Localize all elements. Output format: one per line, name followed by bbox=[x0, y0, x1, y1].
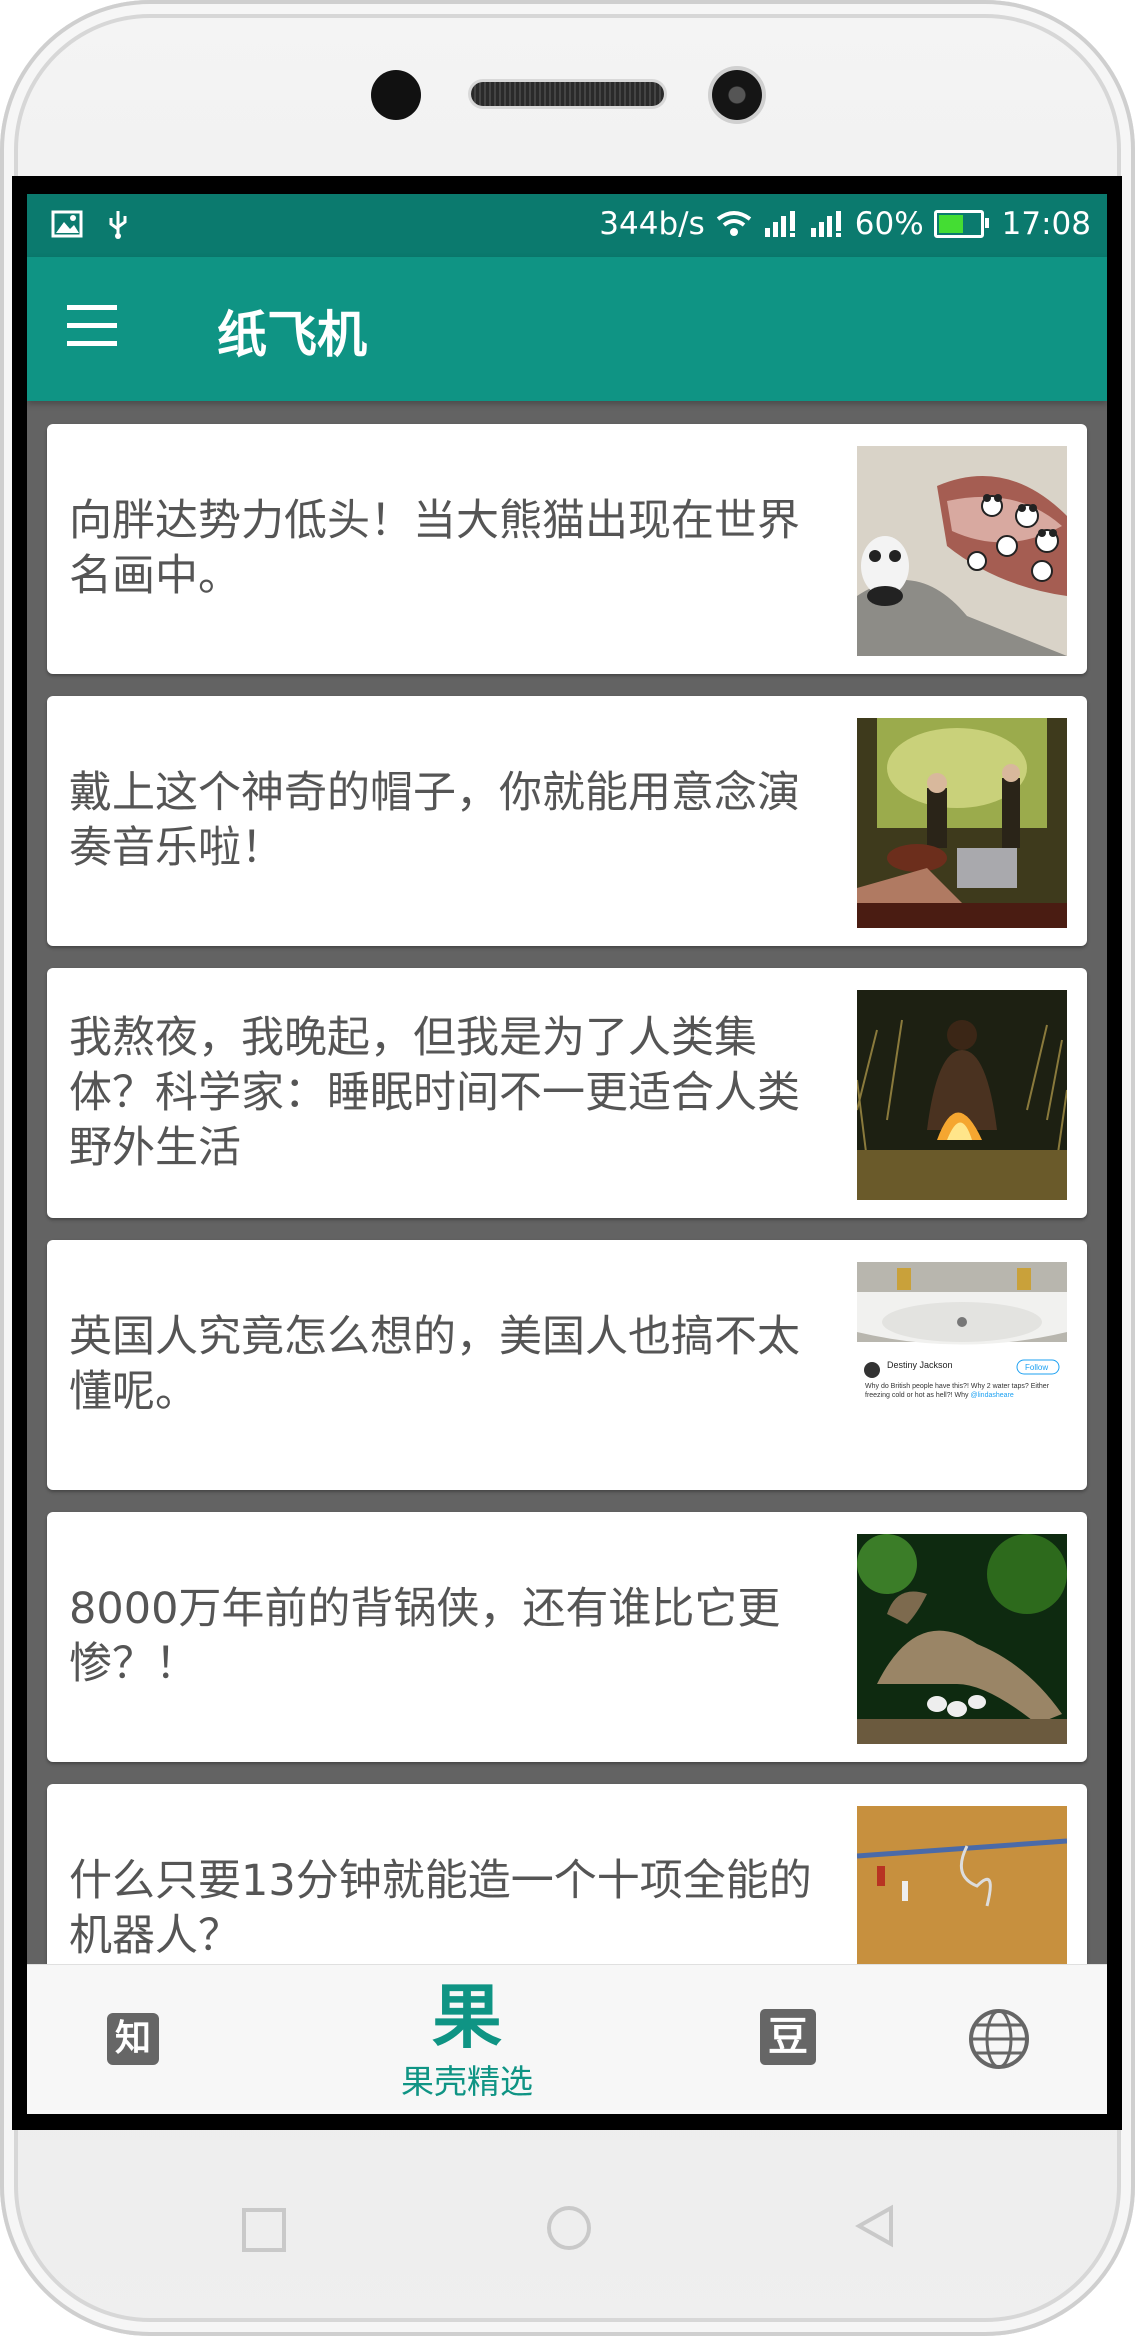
campfire-image bbox=[857, 990, 1067, 1200]
network-speed: 344b/s bbox=[599, 206, 705, 242]
douban-icon: 豆 bbox=[760, 2009, 816, 2065]
wifi-icon bbox=[716, 211, 751, 236]
home-icon[interactable] bbox=[547, 2206, 591, 2250]
screen: 344b/s 60% 17:08 纸飞机 向胖达势力低头！当大熊猫出现在世界名画… bbox=[27, 194, 1107, 2114]
band-concert-image bbox=[857, 718, 1067, 928]
tweet-follow: Follow bbox=[1025, 1363, 1048, 1372]
tab-douban[interactable]: 豆 bbox=[717, 1965, 857, 2114]
article-card[interactable]: 我熬夜，我晚起，但我是为了人类集体？科学家：睡眠时间不一更适合人类野外生活 bbox=[47, 968, 1087, 1218]
tweet-mention: @lindasheare bbox=[970, 1392, 1014, 1399]
signal-icon bbox=[810, 211, 841, 237]
front-camera bbox=[712, 70, 762, 120]
tweet-text: Why do British people have this?! Why 2 … bbox=[865, 1383, 1050, 1399]
article-card[interactable]: 英国人究竟怎么想的，美国人也搞不太懂呢。 Destiny Jackson Fol… bbox=[47, 1240, 1087, 1490]
tab-web[interactable] bbox=[927, 1965, 1067, 2114]
article-title: 英国人究竟怎么想的，美国人也搞不太懂呢。 bbox=[69, 1312, 800, 1417]
tweet-author: Destiny Jackson bbox=[887, 1360, 953, 1370]
article-card[interactable]: 向胖达势力低头！当大熊猫出现在世界名画中。 bbox=[47, 424, 1087, 674]
clock: 17:08 bbox=[1001, 206, 1091, 242]
article-feed[interactable]: 向胖达势力低头！当大熊猫出现在世界名画中。 戴上这个神奇的帽子，你就能用意念演奏… bbox=[47, 424, 1087, 2056]
phone-frame: 344b/s 60% 17:08 纸飞机 向胖达势力低头！当大熊猫出现在世界名画… bbox=[0, 0, 1135, 2336]
usb-icon bbox=[109, 211, 127, 239]
zhihu-icon: 知 bbox=[107, 2013, 159, 2065]
menu-icon[interactable] bbox=[67, 305, 119, 349]
page-title: 纸飞机 bbox=[217, 306, 367, 364]
panda-painting-image bbox=[857, 446, 1067, 656]
tab-zhihu[interactable]: 知 bbox=[27, 1965, 237, 2114]
article-title: 我熬夜，我晚起，但我是为了人类集体？科学家：睡眠时间不一更适合人类野外生活 bbox=[69, 1012, 800, 1173]
article-title: 戴上这个神奇的帽子，你就能用意念演奏音乐啦！ bbox=[69, 768, 800, 873]
article-title: 向胖达势力低头！当大熊猫出现在世界名画中。 bbox=[69, 496, 800, 601]
article-title: 8000万年前的背锅侠，还有谁比它更惨？！ bbox=[69, 1584, 781, 1689]
guokr-icon: 果 bbox=[432, 1976, 502, 2058]
dinosaur-image bbox=[857, 1534, 1067, 1744]
signal-icon bbox=[764, 211, 795, 237]
image-icon bbox=[51, 210, 83, 238]
back-icon[interactable] bbox=[855, 2204, 895, 2248]
sink-tweet-image: Destiny Jackson Follow Why do British pe… bbox=[857, 1262, 1067, 1472]
article-card[interactable]: 8000万年前的背锅侠，还有谁比它更惨？！ bbox=[47, 1512, 1087, 1762]
article-card[interactable]: 戴上这个神奇的帽子，你就能用意念演奏音乐啦！ bbox=[47, 696, 1087, 946]
earpiece-speaker bbox=[471, 82, 664, 106]
app-bar: 纸飞机 bbox=[27, 257, 1107, 401]
tab-guokr[interactable]: 果 果壳精选 bbox=[347, 1965, 587, 2114]
recent-apps-icon[interactable] bbox=[242, 2208, 286, 2252]
hardware-nav-bar bbox=[0, 2130, 1135, 2336]
bottom-navigation: 知 果 果壳精选 豆 bbox=[27, 1964, 1107, 2114]
status-bar: 344b/s 60% 17:08 bbox=[27, 194, 1107, 257]
battery-percent: 60% bbox=[854, 206, 924, 242]
front-sensor bbox=[371, 70, 421, 120]
globe-icon bbox=[969, 2009, 1029, 2069]
tab-guokr-label: 果壳精选 bbox=[401, 2062, 533, 2101]
battery-icon bbox=[933, 210, 989, 238]
